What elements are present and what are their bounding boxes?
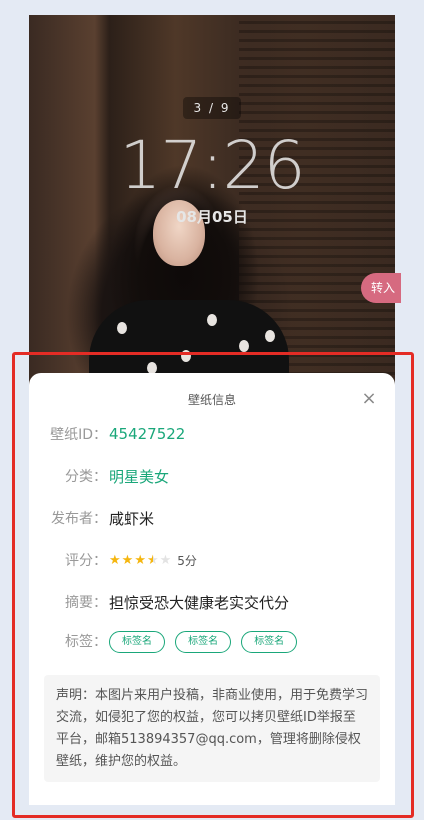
tag-chip[interactable]: 标签名 (241, 631, 298, 653)
lockscreen-date: 08月05日 (176, 208, 248, 226)
translate-side-button[interactable]: 转入 (361, 273, 401, 303)
dress-dot (181, 350, 191, 362)
copyright-notice: 声明：本图片来用户投稿，非商业使用，用于免费学习交流，如侵犯了您的权益，您可以拷… (44, 675, 380, 782)
tag-chip[interactable]: 标签名 (109, 631, 165, 653)
dress-dot (239, 340, 249, 352)
star-half-icon[interactable]: ★ (147, 553, 159, 568)
id-label: 壁纸ID： (50, 427, 107, 443)
dress-dot (265, 330, 275, 342)
info-row-publisher: 发布者： 咸虾米 (29, 506, 395, 530)
star-full-icon[interactable]: ★ (109, 553, 121, 568)
star-full-icon[interactable]: ★ (134, 553, 146, 568)
info-row-id: 壁纸ID： 45427522 (29, 422, 395, 446)
rating-stars[interactable]: ★ ★ ★ ★ ★ (109, 553, 171, 568)
publisher-value: 咸虾米 (109, 509, 155, 528)
summary-label: 摘要： (65, 595, 107, 611)
tag-list: 标签名 标签名 标签名 (109, 629, 302, 653)
id-value[interactable]: 45427522 (109, 425, 185, 443)
sheet-title: 壁纸信息 (187, 393, 236, 407)
category-link[interactable]: 明星美女 (109, 466, 169, 487)
info-row-summary: 摘要： 担惊受恐大健康老实交代分 (29, 590, 395, 614)
star-empty-icon[interactable]: ★ (160, 553, 172, 568)
publisher-label: 发布者： (51, 511, 107, 527)
info-row-category: 分类： 明星美女 (29, 464, 395, 488)
wallpaper-info-sheet: 壁纸信息 × 壁纸ID： 45427522 分类： 明星美女 发布者： 咸虾米 … (29, 373, 395, 805)
lockscreen-time: 17:26 (119, 127, 305, 204)
info-row-tags: 标签： 标签名 标签名 标签名 (29, 629, 395, 653)
close-icon[interactable]: × (361, 390, 377, 408)
summary-value: 担惊受恐大健康老实交代分 (109, 593, 290, 612)
tag-chip[interactable]: 标签名 (175, 631, 232, 653)
rating-label: 评分： (65, 553, 107, 569)
info-row-rating: 评分： ★ ★ ★ ★ ★ 5分 (29, 548, 395, 572)
category-label: 分类： (65, 469, 107, 485)
rating-score: 5分 (177, 553, 197, 568)
star-full-icon[interactable]: ★ (122, 553, 134, 568)
dress-dot (207, 314, 217, 326)
tags-label: 标签： (65, 634, 107, 650)
page-indicator: 3 / 9 (183, 97, 241, 119)
dress-dot (117, 322, 127, 334)
